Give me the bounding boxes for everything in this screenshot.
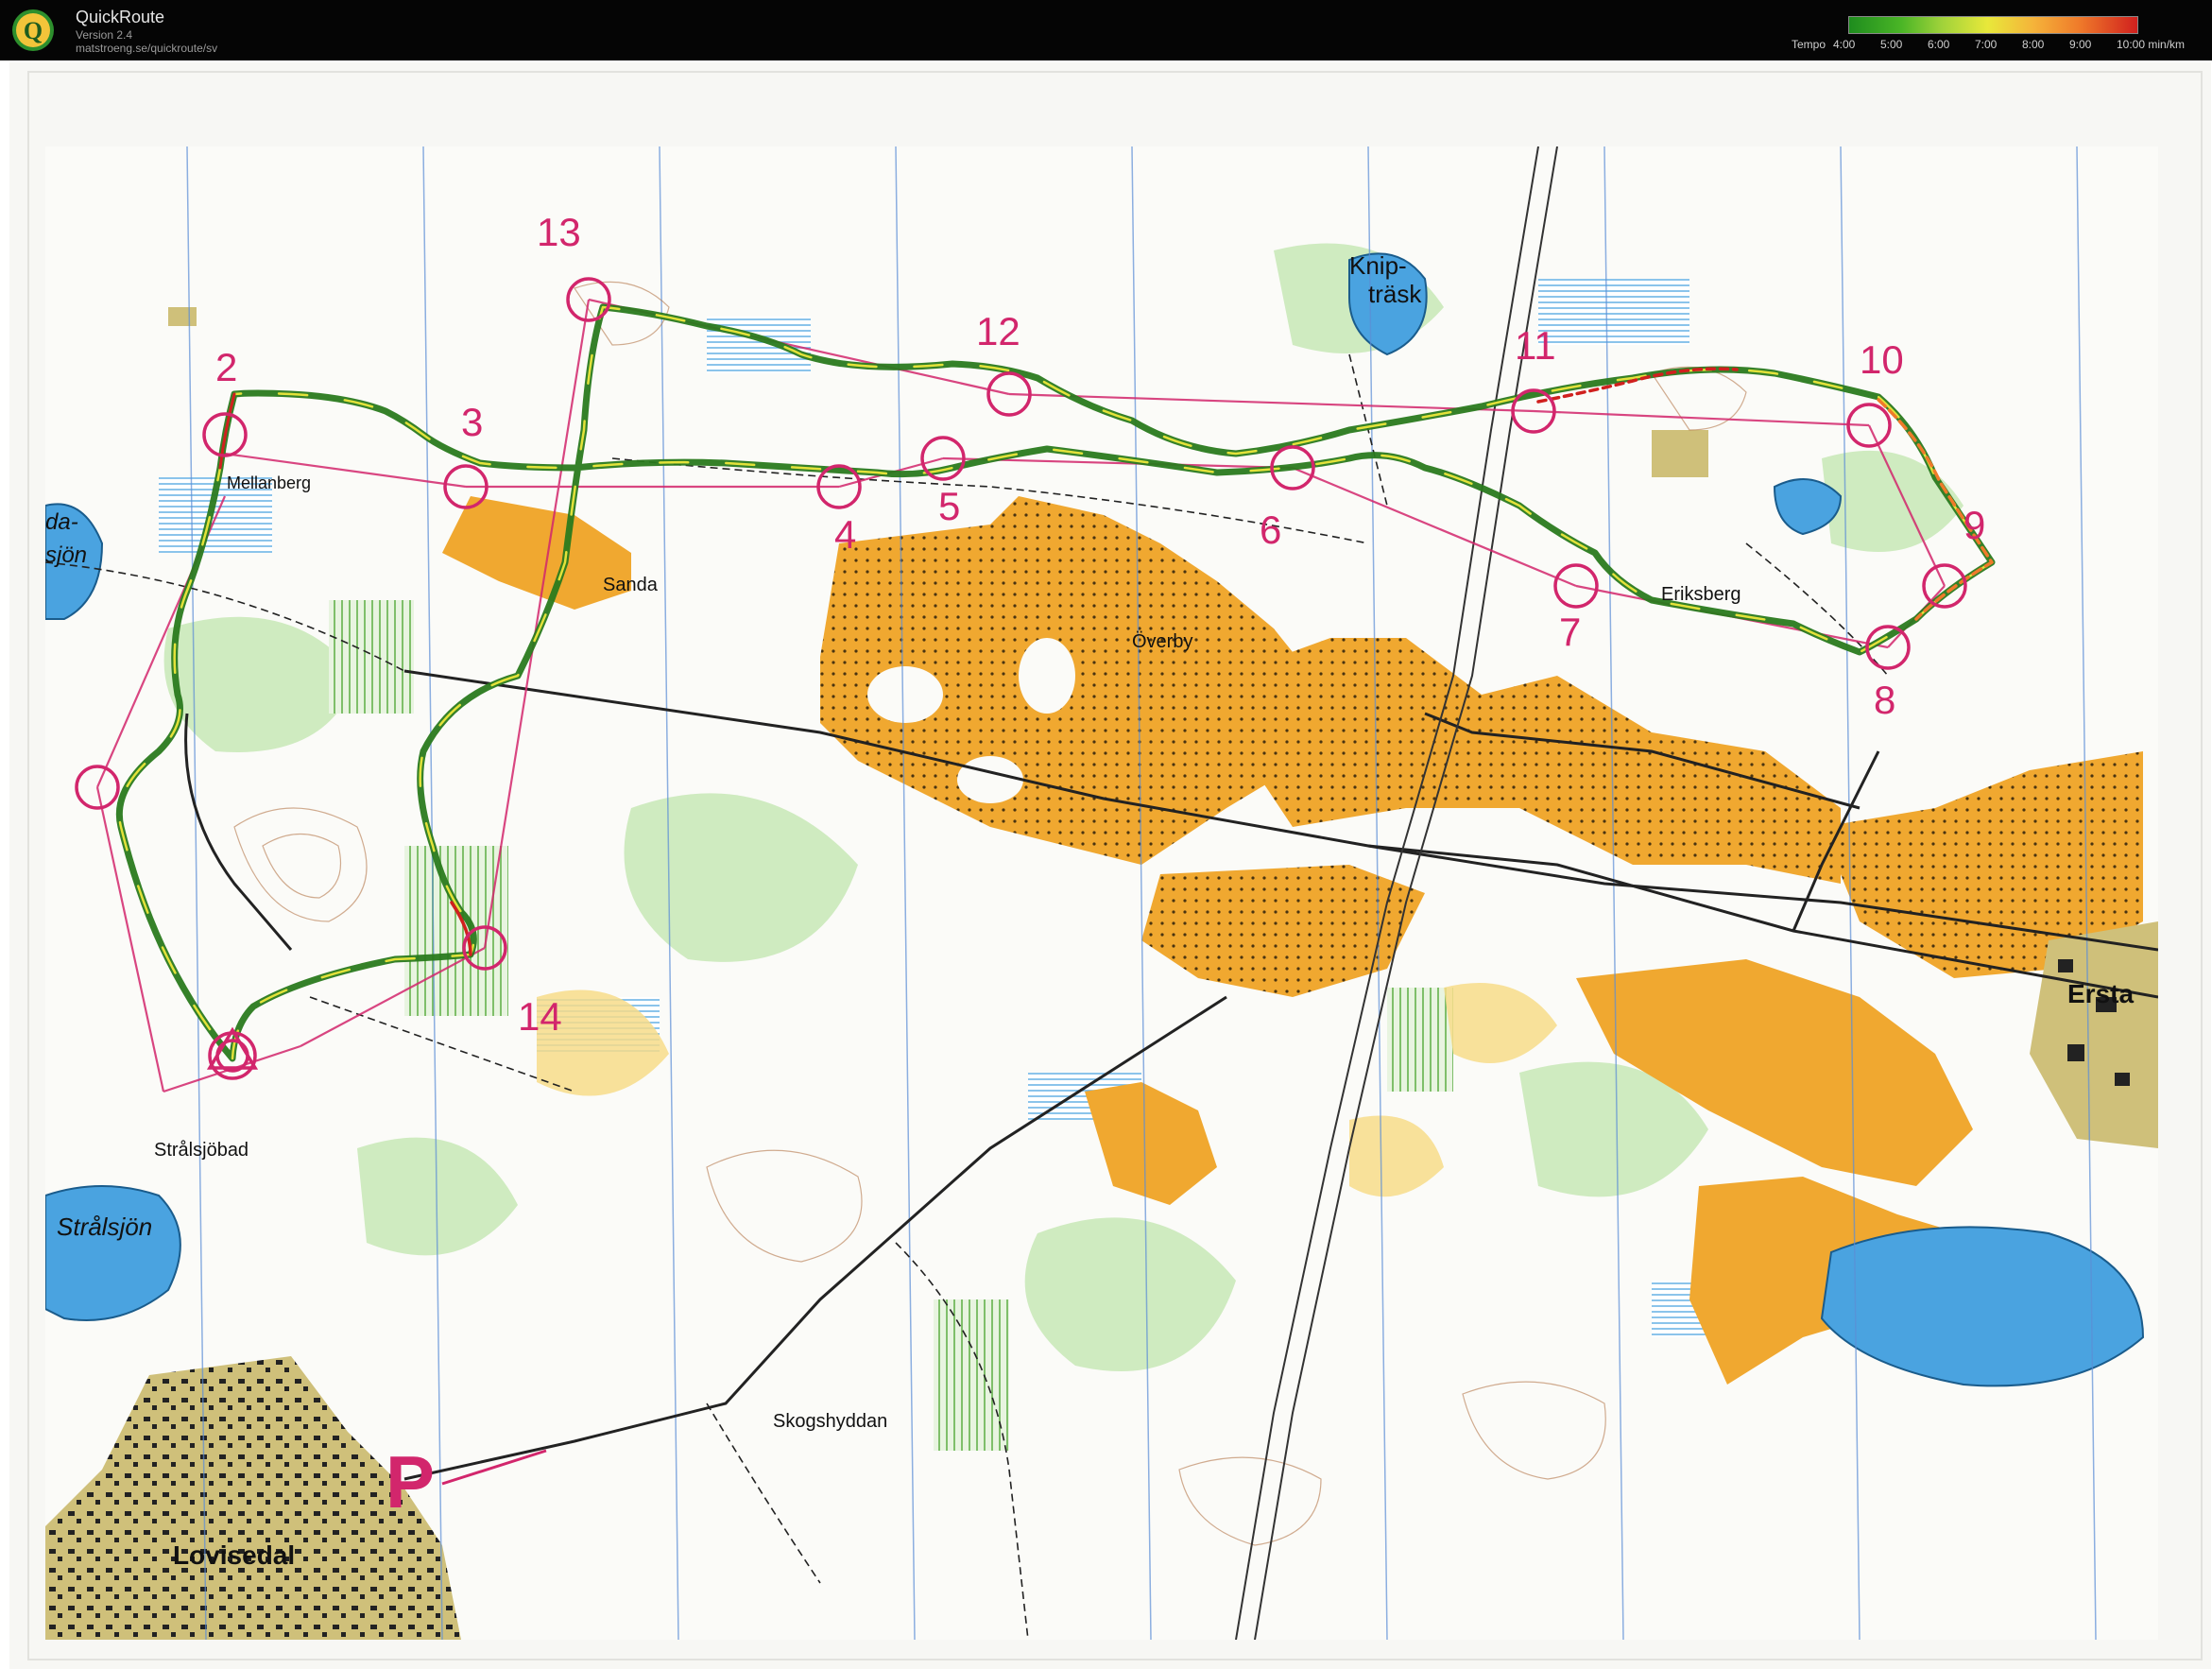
label-overby: Överby bbox=[1132, 631, 1192, 652]
label-sanda: Sanda bbox=[603, 575, 659, 595]
orienteering-map[interactable]: 2 3 4 5 6 7 8 9 10 11 12 13 14 P Knip- t… bbox=[45, 146, 2158, 1640]
control-number: 12 bbox=[976, 309, 1020, 353]
control-number: 11 bbox=[1515, 323, 1556, 368]
control-number: 13 bbox=[537, 210, 581, 254]
label-eriksberg: Eriksberg bbox=[1661, 584, 1740, 605]
control-number: 10 bbox=[1860, 337, 1904, 382]
tempo-label: Tempo bbox=[1792, 38, 1826, 51]
tempo-color-scale bbox=[1848, 16, 2138, 34]
label-lovisedal: Lovisedal bbox=[173, 1540, 295, 1570]
label-da: da- bbox=[45, 509, 78, 535]
tempo-tick: 10:00 min/km bbox=[2117, 38, 2186, 51]
tempo-tick: 5:00 bbox=[1880, 38, 1903, 51]
tempo-tick: 6:00 bbox=[1928, 38, 1950, 51]
tempo-tick: 4:00 bbox=[1833, 38, 1856, 51]
quickroute-logo-icon: Q bbox=[12, 9, 54, 51]
map-base bbox=[45, 146, 2158, 1640]
label-stralsjobad: Strålsjöbad bbox=[154, 1140, 249, 1161]
label-knip: Knip- bbox=[1349, 251, 1407, 280]
label-trask: träsk bbox=[1368, 280, 1422, 308]
label-sjon: sjön bbox=[45, 542, 87, 568]
label-mellanberg: Mellanberg bbox=[227, 473, 311, 492]
control-number: 14 bbox=[518, 994, 562, 1039]
quickroute-header-bar: Q QuickRoute Version 2.4 matstroeng.se/q… bbox=[0, 0, 2212, 60]
control-number: 3 bbox=[461, 400, 483, 444]
tempo-tick: 8:00 bbox=[2022, 38, 2045, 51]
control-number: 7 bbox=[1559, 610, 1581, 654]
app-version: Version 2.4 bbox=[76, 28, 133, 42]
label-skogshyddan: Skogshyddan bbox=[773, 1411, 887, 1432]
control-number: 9 bbox=[1963, 503, 1985, 547]
tempo-tick: 7:00 bbox=[1975, 38, 1998, 51]
control-number: 4 bbox=[834, 512, 856, 557]
label-ersta: Ersta bbox=[2067, 979, 2134, 1008]
control-number: 2 bbox=[215, 345, 237, 389]
app-url[interactable]: matstroeng.se/quickroute/sv bbox=[76, 42, 217, 55]
label-stralsjon: Strålsjön bbox=[57, 1213, 152, 1241]
control-number: 6 bbox=[1260, 508, 1281, 552]
app-title: QuickRoute bbox=[76, 8, 165, 26]
control-number: 8 bbox=[1874, 678, 1895, 722]
tempo-tick: 9:00 bbox=[2069, 38, 2092, 51]
parking-symbol: P bbox=[386, 1440, 435, 1523]
logo-letter: Q bbox=[24, 17, 43, 44]
control-number: 5 bbox=[938, 484, 960, 528]
